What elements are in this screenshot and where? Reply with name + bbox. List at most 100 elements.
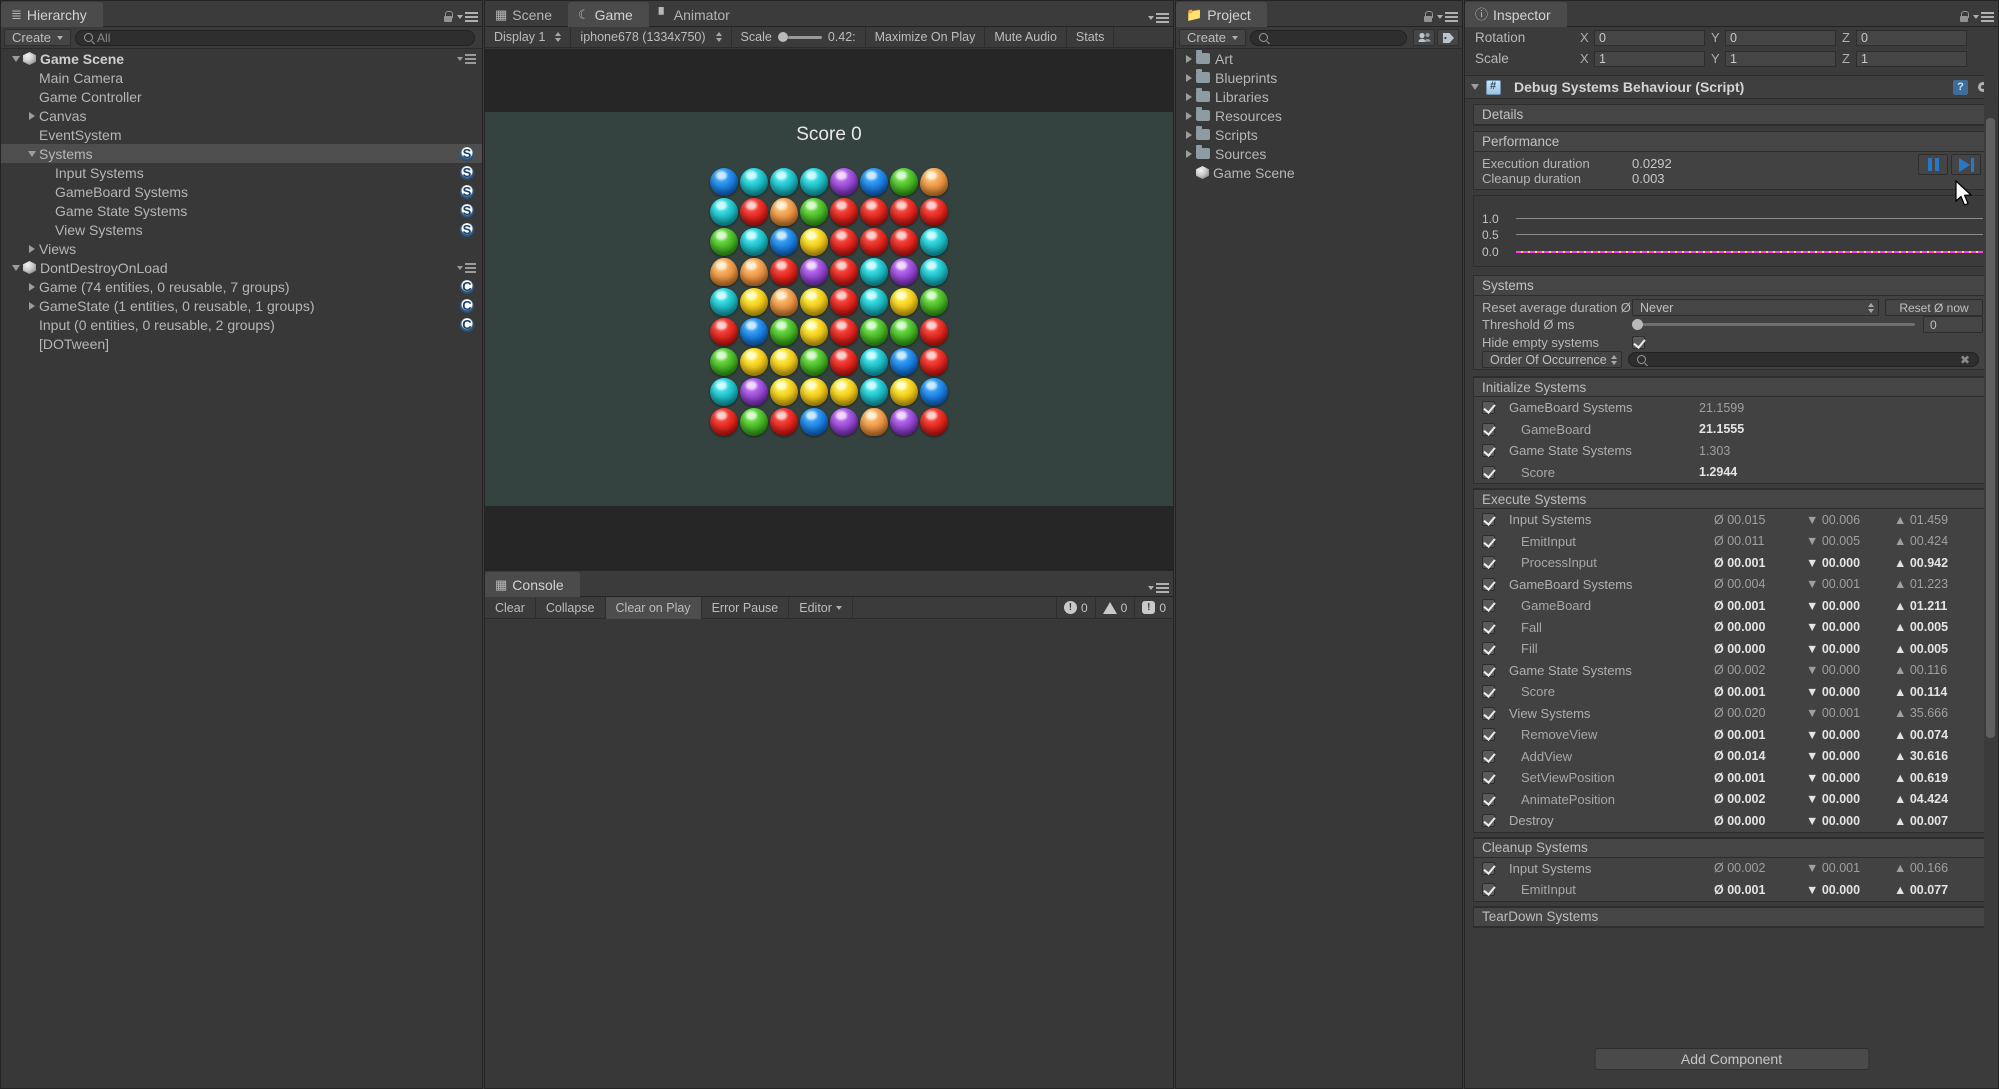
favorites-icon[interactable] <box>1413 29 1435 46</box>
hierarchy-item-game-scene[interactable]: Game Scene <box>1 49 482 68</box>
gem-0-0[interactable] <box>709 167 739 197</box>
gem-3-2[interactable] <box>769 257 799 287</box>
gem-8-3[interactable] <box>799 407 829 437</box>
system-row[interactable]: Score 1.2944 <box>1474 462 1989 484</box>
project-search-input[interactable] <box>1250 29 1407 46</box>
gem-4-3[interactable] <box>799 287 829 317</box>
gem-6-1[interactable] <box>739 347 769 377</box>
inspector-scrollbar-thumb[interactable] <box>1986 118 1995 738</box>
gem-1-4[interactable] <box>829 197 859 227</box>
system-row[interactable]: EmitInput Ø 00.001 ▼ 00.000 ▲ 00.077 <box>1474 879 1989 901</box>
game-canvas[interactable]: Score 0 <box>485 49 1173 569</box>
tab-game[interactable]: ☾ Game <box>568 2 649 27</box>
gem-3-1[interactable] <box>739 257 769 287</box>
system-enabled-checkbox[interactable] <box>1482 422 1495 436</box>
system-row[interactable]: Game State Systems Ø 00.002 ▼ 00.000 ▲ 00.1… <box>1474 660 1989 682</box>
gem-5-7[interactable] <box>919 317 949 347</box>
reset-average-dropdown[interactable]: Never <box>1632 299 1879 316</box>
gem-4-7[interactable] <box>919 287 949 317</box>
chevron-right-icon[interactable] <box>1182 92 1196 101</box>
hierarchy-item-dotween[interactable]: [DOTween] <box>1 334 482 353</box>
gem-1-0[interactable] <box>709 197 739 227</box>
gem-2-4[interactable] <box>829 227 859 257</box>
console-info-count[interactable]: ! 0 <box>1134 596 1173 619</box>
chevron-right-icon[interactable] <box>1182 73 1196 82</box>
console-collapse-toggle[interactable]: Collapse <box>536 596 606 619</box>
component-header[interactable]: Debug Systems Behaviour (Script) ? <box>1465 75 1998 99</box>
gem-4-0[interactable] <box>709 287 739 317</box>
gem-8-2[interactable] <box>769 407 799 437</box>
console-log-list[interactable] <box>485 619 1173 1088</box>
gem-5-6[interactable] <box>889 317 919 347</box>
hierarchy-item-main-camera[interactable]: Main Camera <box>1 68 482 87</box>
system-enabled-checkbox[interactable] <box>1482 577 1495 591</box>
system-enabled-checkbox[interactable] <box>1482 771 1495 785</box>
panel-menu-icon[interactable] <box>1973 12 1994 22</box>
hierarchy-item-gamestate-1-entities-0-reusable-1-groups[interactable]: GameState (1 entities, 0 reusable, 1 gro… <box>1 296 482 315</box>
gem-6-2[interactable] <box>769 347 799 377</box>
hierarchy-item-input-0-entities-0-reusable-2-groups[interactable]: Input (0 entities, 0 reusable, 2 groups)… <box>1 315 482 334</box>
system-enabled-checkbox[interactable] <box>1482 728 1495 742</box>
stats-button[interactable]: Stats <box>1067 26 1115 48</box>
gem-3-0[interactable] <box>709 257 739 287</box>
system-enabled-checkbox[interactable] <box>1482 663 1495 677</box>
gem-5-4[interactable] <box>829 317 859 347</box>
gem-0-3[interactable] <box>799 167 829 197</box>
gem-4-4[interactable] <box>829 287 859 317</box>
panel-menu-icon[interactable] <box>1148 13 1169 23</box>
game-render-area[interactable]: Score 0 <box>485 112 1173 506</box>
system-enabled-checkbox[interactable] <box>1482 685 1495 699</box>
scale-slider-knob[interactable] <box>777 32 788 42</box>
system-row[interactable]: Destroy Ø 00.000 ▼ 00.000 ▲ 00.007 <box>1474 810 1989 832</box>
tab-console[interactable]: ▦ Console <box>485 572 580 597</box>
chevron-down-icon[interactable] <box>1471 84 1479 90</box>
chevron-down-icon[interactable] <box>9 264 23 271</box>
system-row[interactable]: EmitInput Ø 00.011 ▼ 00.005 ▲ 00.424 <box>1474 531 1989 553</box>
add-component-button[interactable]: Add Component <box>1594 1048 1869 1070</box>
system-row[interactable]: Score Ø 00.001 ▼ 00.000 ▲ 00.114 <box>1474 681 1989 703</box>
gem-7-6[interactable] <box>889 377 919 407</box>
system-row[interactable]: ProcessInput Ø 00.001 ▼ 00.000 ▲ 00.942 <box>1474 552 1989 574</box>
gem-2-5[interactable] <box>859 227 889 257</box>
system-row[interactable]: AnimatePosition Ø 00.002 ▼ 00.000 ▲ 04.424 <box>1474 789 1989 811</box>
system-row[interactable]: Input Systems Ø 00.002 ▼ 00.001 ▲ 00.166 <box>1474 858 1989 880</box>
tab-project[interactable]: 📁 Project <box>1176 2 1267 27</box>
system-enabled-checkbox[interactable] <box>1482 401 1495 415</box>
system-row[interactable]: Fill Ø 00.000 ▼ 00.000 ▲ 00.005 <box>1474 638 1989 660</box>
gem-2-0[interactable] <box>709 227 739 257</box>
system-row[interactable]: AddView Ø 00.014 ▼ 00.000 ▲ 30.616 <box>1474 746 1989 768</box>
system-enabled-checkbox[interactable] <box>1482 792 1495 806</box>
hierarchy-item-game-74-entities-0-reusable-7-groups[interactable]: Game (74 entities, 0 reusable, 7 groups)… <box>1 277 482 296</box>
chevron-right-icon[interactable] <box>1182 111 1196 120</box>
mute-audio-button[interactable]: Mute Audio <box>985 26 1067 48</box>
system-row[interactable]: GameBoard Systems Ø 00.004 ▼ 00.001 ▲ 01.22… <box>1474 574 1989 596</box>
gem-8-5[interactable] <box>859 407 889 437</box>
tab-scene[interactable]: ▦ Scene <box>485 2 568 27</box>
system-enabled-checkbox[interactable] <box>1482 599 1495 613</box>
gem-7-3[interactable] <box>799 377 829 407</box>
scale-x-field[interactable]: X1 <box>1580 50 1705 67</box>
gem-4-5[interactable] <box>859 287 889 317</box>
clear-search-icon[interactable]: ✖ <box>1960 353 1970 367</box>
gem-5-2[interactable] <box>769 317 799 347</box>
gem-1-1[interactable] <box>739 197 769 227</box>
console-warning-count[interactable]: 0 <box>1094 596 1135 619</box>
gem-3-5[interactable] <box>859 257 889 287</box>
hierarchy-item-views[interactable]: Views <box>1 239 482 258</box>
console-clear-button[interactable]: Clear <box>485 596 536 619</box>
scale-y-field[interactable]: Y1 <box>1711 50 1836 67</box>
scale-slider-track[interactable] <box>777 32 822 42</box>
panel-menu-icon[interactable] <box>457 12 478 22</box>
hierarchy-item-game-controller[interactable]: Game Controller <box>1 87 482 106</box>
console-clear-on-play-toggle[interactable]: Clear on Play <box>605 596 702 619</box>
gem-5-1[interactable] <box>739 317 769 347</box>
sort-dropdown[interactable]: Order Of Occurrence <box>1482 351 1622 368</box>
maximize-on-play-button[interactable]: Maximize On Play <box>866 26 986 48</box>
hierarchy-item-game-state-systems[interactable]: Game State Systems S <box>1 201 482 220</box>
help-icon[interactable]: ? <box>1953 79 1968 95</box>
system-enabled-checkbox[interactable] <box>1482 556 1495 570</box>
project-item-scripts[interactable]: Scripts <box>1176 125 1462 144</box>
lock-icon[interactable] <box>442 11 453 23</box>
gem-1-3[interactable] <box>799 197 829 227</box>
gem-8-0[interactable] <box>709 407 739 437</box>
